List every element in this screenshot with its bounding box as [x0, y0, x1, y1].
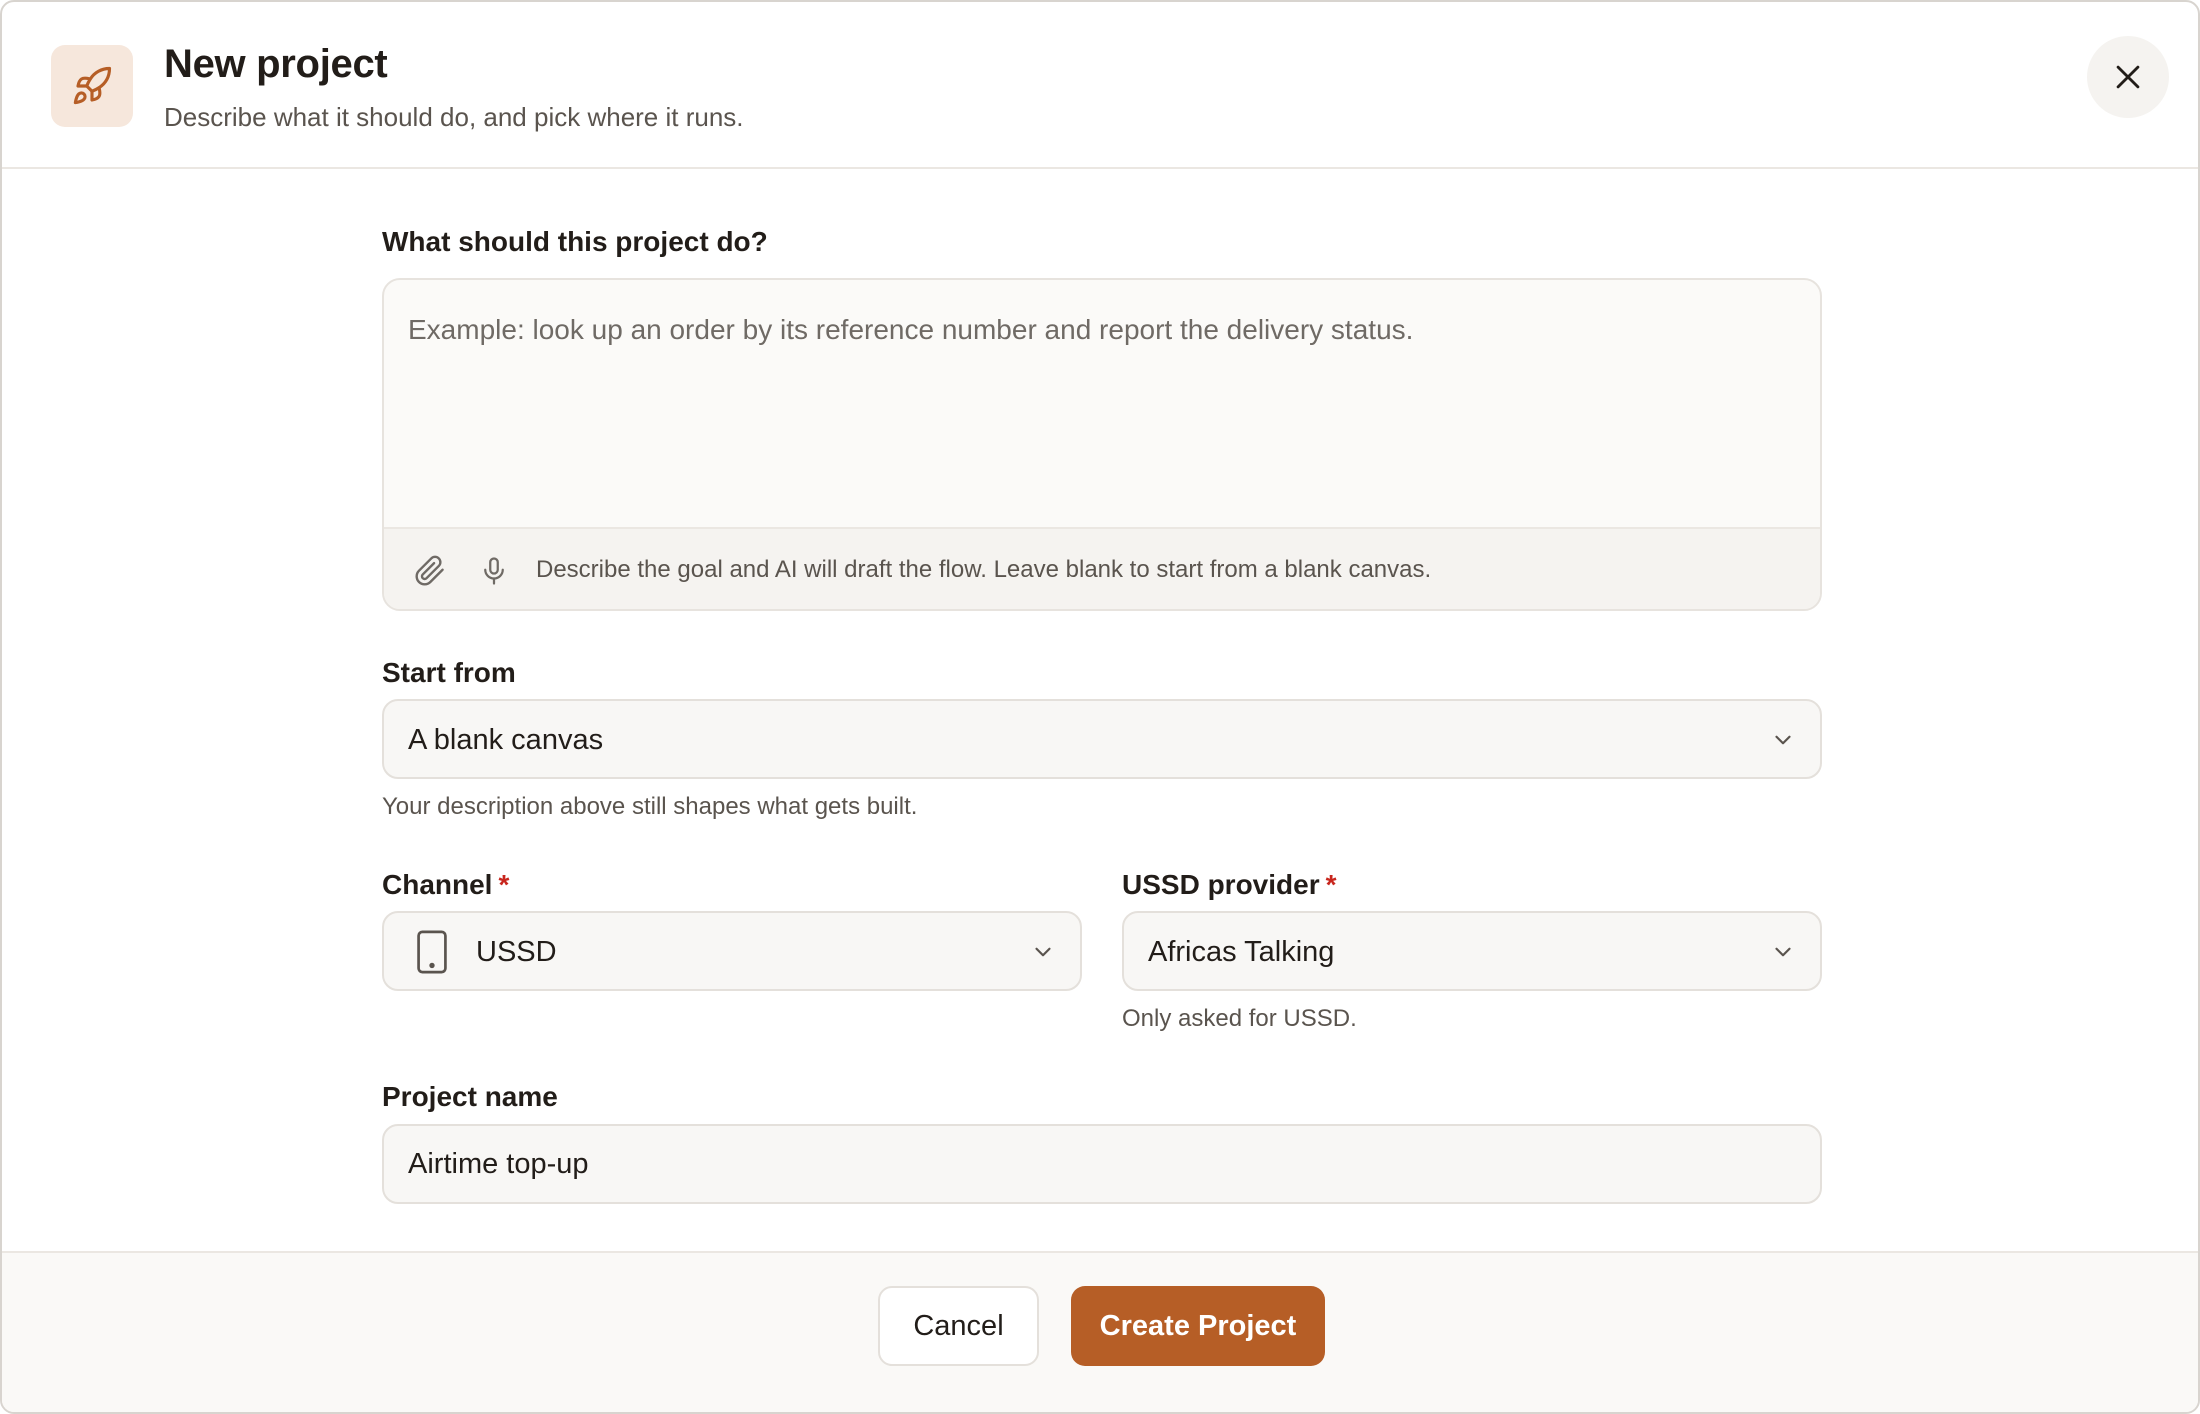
project-name-input[interactable]: [382, 1124, 1822, 1204]
provider-select[interactable]: Africas Talking: [1122, 911, 1822, 991]
start-from-select[interactable]: A blank canvas: [382, 699, 1822, 779]
required-mark: *: [1325, 869, 1337, 900]
channel-label: Channel *: [382, 869, 509, 901]
paperclip-icon: [415, 555, 444, 586]
cancel-button[interactable]: Cancel: [878, 1286, 1039, 1366]
required-mark: *: [498, 869, 510, 900]
channel-value: USSD: [476, 936, 557, 968]
rocket-icon: [51, 45, 133, 127]
project-name-label: Project name: [382, 1081, 558, 1112]
chevron-down-icon: [1775, 947, 1791, 957]
close-icon: [2116, 65, 2140, 89]
dialog-title: New project: [164, 42, 388, 86]
microphone-button[interactable]: [472, 549, 516, 593]
description-label: What should this project do?: [382, 226, 768, 257]
dialog-header: New project Describe what it should do, …: [2, 2, 2198, 169]
start-from-value: A blank canvas: [408, 724, 604, 756]
description-box: Describe the goal and AI will draft the …: [382, 278, 1822, 611]
description-input[interactable]: [408, 312, 1788, 512]
microphone-icon: [484, 557, 504, 585]
channel-label-text: Channel: [382, 869, 493, 900]
provider-label: USSD provider *: [1122, 869, 1337, 901]
start-from-hint: Your description above still shapes what…: [382, 793, 918, 820]
dialog-subtitle: Describe what it should do, and pick whe…: [164, 102, 744, 132]
provider-value: Africas Talking: [1148, 936, 1335, 968]
close-button[interactable]: [2087, 36, 2169, 118]
new-project-dialog: New project Describe what it should do, …: [0, 0, 2200, 1414]
phone-icon: [417, 930, 447, 974]
attach-button[interactable]: [408, 549, 452, 593]
description-toolbar: Describe the goal and AI will draft the …: [384, 527, 1820, 609]
dialog-footer: Cancel Create Project: [2, 1251, 2198, 1412]
create-project-button[interactable]: Create Project: [1071, 1286, 1325, 1366]
provider-hint: Only asked for USSD.: [1122, 1005, 1357, 1032]
channel-select[interactable]: USSD: [382, 911, 1082, 991]
description-hint: Describe the goal and AI will draft the …: [536, 556, 1432, 583]
chevron-down-icon: [1775, 735, 1791, 745]
chevron-down-icon: [1035, 947, 1051, 957]
provider-label-text: USSD provider: [1122, 869, 1320, 900]
start-from-label: Start from: [382, 657, 516, 688]
